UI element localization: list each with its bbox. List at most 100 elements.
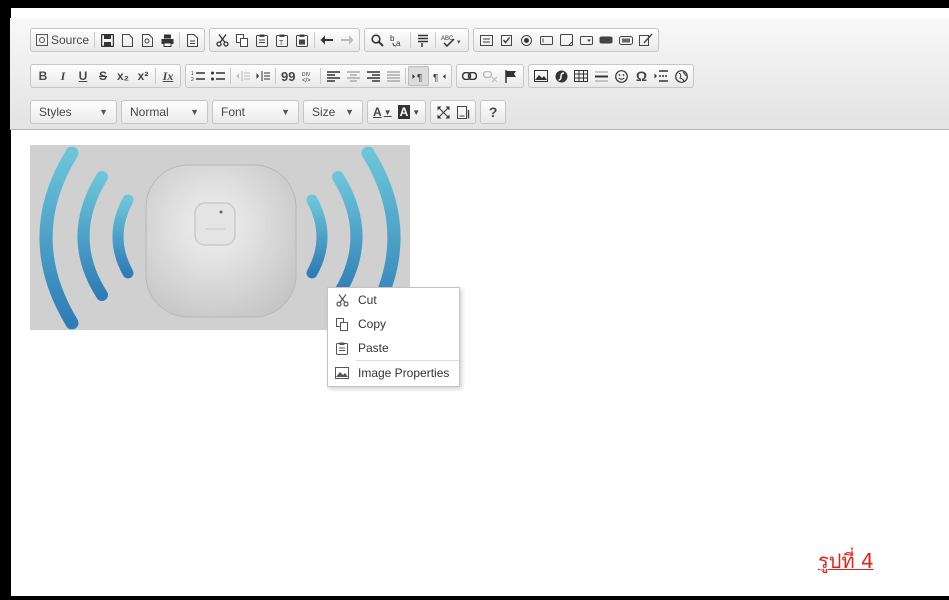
spellcheck-button[interactable]: ABC ▾ bbox=[438, 30, 466, 50]
textarea-icon bbox=[559, 34, 573, 46]
undo-button[interactable] bbox=[317, 30, 337, 50]
image-button[interactable] bbox=[531, 66, 551, 86]
paste-word-icon bbox=[296, 34, 309, 47]
chevron-down-icon: ▼ bbox=[281, 107, 290, 117]
context-menu-paste[interactable]: Paste bbox=[328, 336, 459, 360]
svg-text:¶: ¶ bbox=[433, 73, 438, 82]
bulleted-list-button[interactable] bbox=[208, 66, 228, 86]
context-menu-copy[interactable]: Copy bbox=[328, 312, 459, 336]
templates-button[interactable] bbox=[182, 30, 202, 50]
context-menu: Cut Copy Paste Image Properties bbox=[327, 287, 460, 387]
flash-button[interactable] bbox=[551, 66, 571, 86]
align-right-icon bbox=[366, 70, 380, 82]
radio-icon bbox=[520, 34, 532, 46]
hidden-field-button[interactable] bbox=[636, 30, 656, 50]
cut-icon bbox=[215, 33, 229, 47]
format-dropdown[interactable]: Normal ▼ bbox=[121, 100, 208, 124]
source-button[interactable]: Source bbox=[33, 30, 92, 50]
maximize-button[interactable] bbox=[433, 102, 453, 122]
select-field-icon bbox=[579, 35, 593, 45]
save-button[interactable] bbox=[97, 30, 117, 50]
save-icon bbox=[100, 33, 114, 47]
new-page-button[interactable] bbox=[117, 30, 137, 50]
numbered-list-button[interactable]: 12 bbox=[188, 66, 208, 86]
page-break-icon bbox=[654, 70, 669, 82]
copy-button[interactable] bbox=[232, 30, 252, 50]
colors-group: A ▼ A ▼ bbox=[367, 100, 427, 124]
subscript-button[interactable]: x₂ bbox=[113, 66, 133, 86]
select-field-button[interactable] bbox=[576, 30, 596, 50]
remove-format-button[interactable]: Ix bbox=[158, 66, 178, 86]
underline-button[interactable]: U bbox=[73, 66, 93, 86]
chevron-down-icon: ▼ bbox=[190, 107, 199, 117]
paste-button[interactable] bbox=[252, 30, 272, 50]
italic-button[interactable]: I bbox=[53, 66, 73, 86]
justify-icon bbox=[386, 70, 400, 82]
align-center-button[interactable] bbox=[343, 66, 363, 86]
redo-button[interactable] bbox=[337, 30, 357, 50]
smiley-button[interactable] bbox=[611, 66, 631, 86]
chevron-down-icon: ▼ bbox=[345, 107, 354, 117]
links-group bbox=[456, 64, 525, 88]
svg-text:▾: ▾ bbox=[457, 39, 461, 46]
paste-text-button[interactable]: T bbox=[272, 30, 292, 50]
link-button[interactable] bbox=[459, 66, 480, 86]
paste-word-button[interactable] bbox=[292, 30, 312, 50]
unlink-button[interactable] bbox=[480, 66, 501, 86]
anchor-button[interactable] bbox=[501, 66, 521, 86]
replace-icon: ba bbox=[390, 34, 401, 47]
blockquote-button[interactable]: 99 bbox=[278, 66, 298, 86]
special-char-button[interactable]: Ω bbox=[631, 66, 651, 86]
insert-group: Ω bbox=[528, 64, 695, 88]
svg-text:a: a bbox=[396, 39, 401, 47]
chevron-down-icon: ▼ bbox=[99, 107, 108, 117]
chevron-down-icon: ▼ bbox=[383, 107, 392, 117]
ltr-button[interactable]: ¶ bbox=[408, 66, 430, 86]
checkbox-button[interactable] bbox=[496, 30, 516, 50]
size-dropdown[interactable]: Size ▼ bbox=[303, 100, 363, 124]
select-all-button[interactable] bbox=[413, 30, 433, 50]
horizontal-rule-button[interactable] bbox=[591, 66, 611, 86]
image-button-button[interactable] bbox=[616, 30, 636, 50]
context-menu-cut[interactable]: Cut bbox=[328, 288, 459, 312]
cut-button[interactable] bbox=[212, 30, 232, 50]
cut-icon bbox=[334, 292, 350, 308]
outdent-button[interactable] bbox=[233, 66, 253, 86]
separator bbox=[275, 68, 276, 84]
text-color-button[interactable]: A ▼ bbox=[370, 102, 395, 122]
superscript-button[interactable]: x² bbox=[133, 66, 153, 86]
iframe-button[interactable] bbox=[671, 66, 691, 86]
textfield-button[interactable] bbox=[536, 30, 556, 50]
strikethrough-button[interactable]: S bbox=[93, 66, 113, 86]
radio-button[interactable] bbox=[516, 30, 536, 50]
page-break-button[interactable] bbox=[651, 66, 671, 86]
bold-button[interactable]: B bbox=[33, 66, 53, 86]
show-blocks-button[interactable] bbox=[453, 102, 473, 122]
align-left-button[interactable] bbox=[323, 66, 343, 86]
paste-icon bbox=[256, 34, 269, 47]
help-button[interactable]: ? bbox=[483, 102, 503, 122]
justify-button[interactable] bbox=[383, 66, 403, 86]
preview-button[interactable] bbox=[137, 30, 157, 50]
table-button[interactable] bbox=[571, 66, 591, 86]
find-button[interactable] bbox=[367, 30, 387, 50]
button-field-button[interactable] bbox=[596, 30, 616, 50]
rtl-button[interactable]: ¶ bbox=[429, 66, 449, 86]
size-dropdown-label: Size bbox=[312, 105, 336, 119]
print-button[interactable] bbox=[157, 30, 177, 50]
font-dropdown[interactable]: Font ▼ bbox=[212, 100, 299, 124]
unlink-icon bbox=[483, 70, 498, 82]
tools-group bbox=[430, 100, 477, 124]
textfield-icon bbox=[539, 35, 553, 45]
separator bbox=[94, 32, 96, 48]
context-menu-image-properties[interactable]: Image Properties bbox=[328, 361, 459, 385]
indent-button[interactable] bbox=[253, 66, 273, 86]
basic-styles-group: B I U S x₂ x² Ix bbox=[30, 64, 181, 88]
align-right-button[interactable] bbox=[363, 66, 383, 86]
replace-button[interactable]: ba bbox=[387, 30, 408, 50]
textarea-button[interactable] bbox=[556, 30, 576, 50]
styles-dropdown[interactable]: Styles ▼ bbox=[30, 100, 117, 124]
create-div-button[interactable]: DIV </> bbox=[298, 66, 318, 86]
bg-color-button[interactable]: A ▼ bbox=[395, 102, 424, 122]
form-button[interactable] bbox=[476, 30, 496, 50]
